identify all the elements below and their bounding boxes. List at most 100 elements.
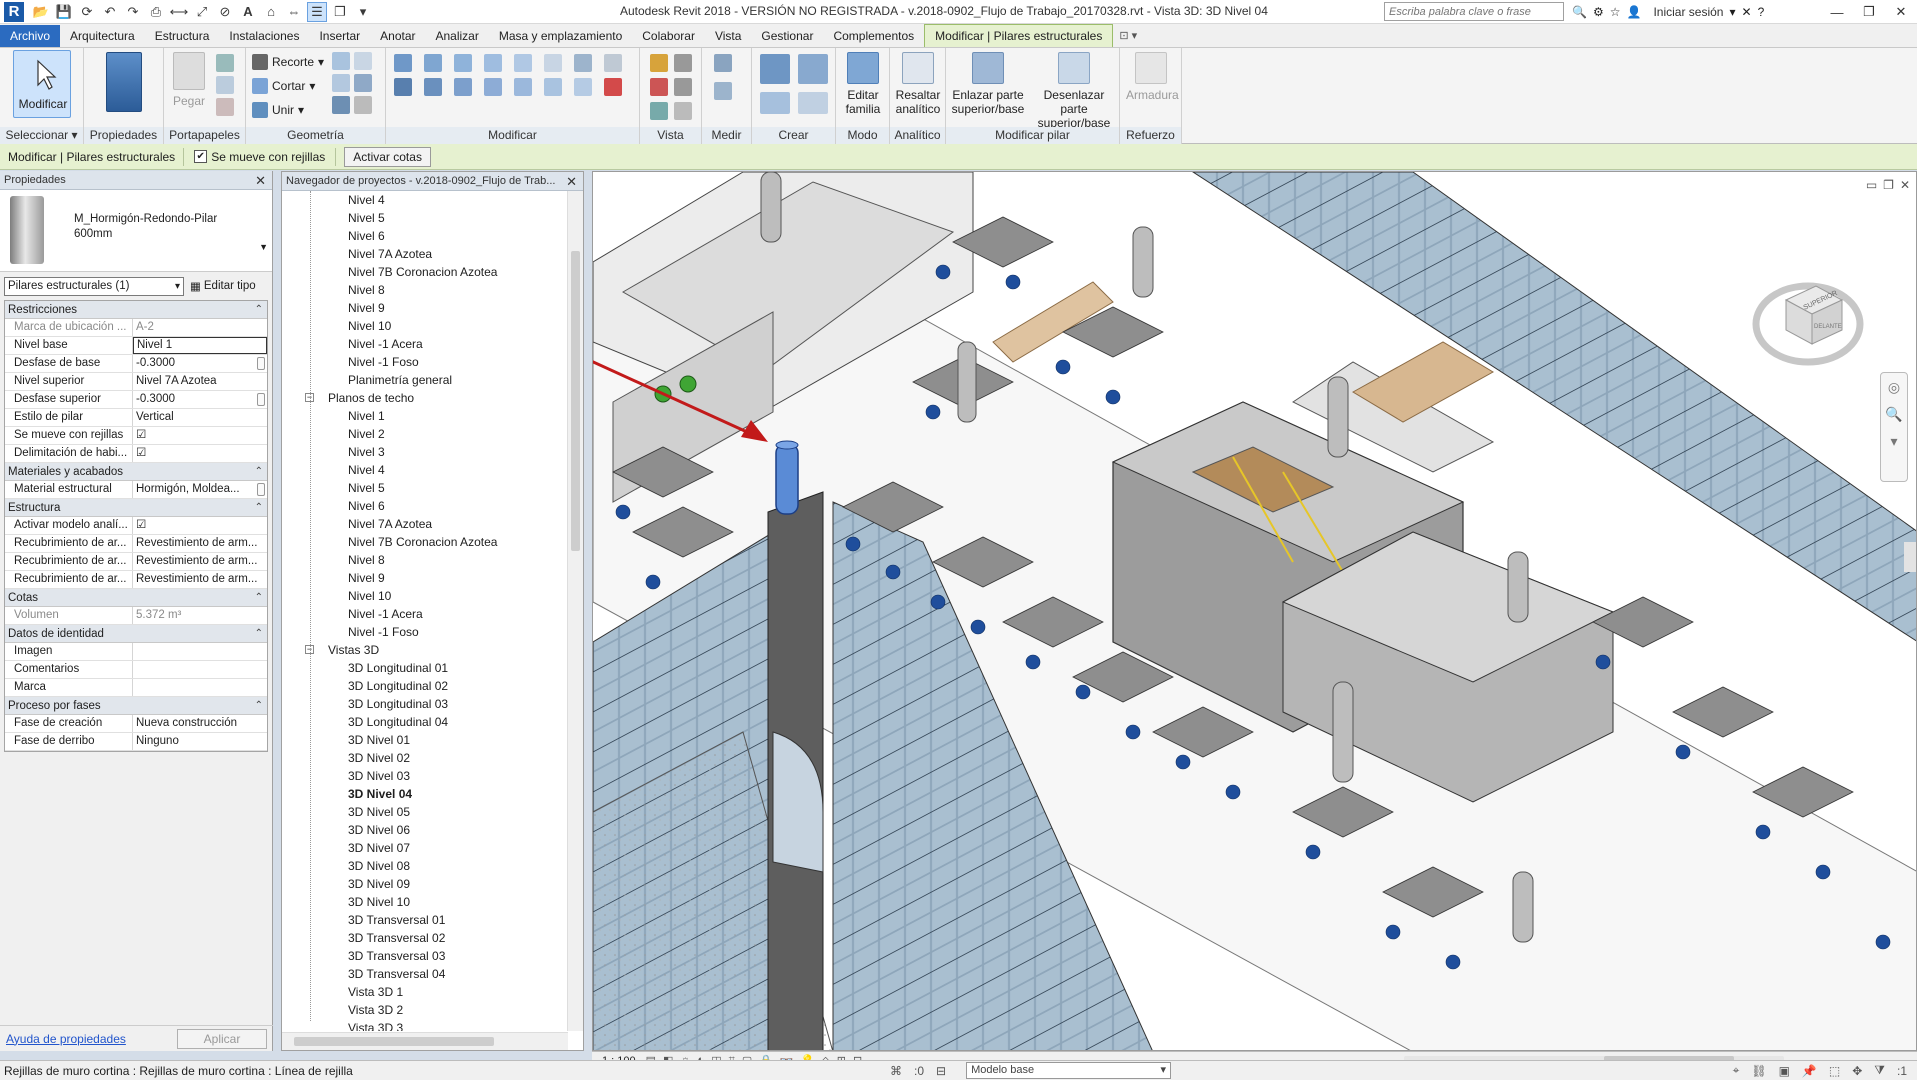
property-group-header[interactable]: Materiales y acabados ⌃ <box>5 463 267 481</box>
tab-complementos[interactable]: Complementos <box>823 25 924 47</box>
subscription-icon[interactable]: ⚙ <box>1593 5 1604 19</box>
override-dropdown-icon[interactable] <box>674 78 692 96</box>
tab-masa[interactable]: Masa y emplazamiento <box>489 25 632 47</box>
property-group-header[interactable]: Datos de identidad ⌃ <box>5 625 267 643</box>
save-icon[interactable]: 💾 <box>54 2 74 22</box>
restore-icon[interactable]: ❐ <box>1883 178 1894 192</box>
close-icon[interactable]: ✕ <box>1885 0 1917 24</box>
type-selector[interactable]: M_Hormigón-Redondo-Pilar 600mm ▼ <box>0 190 272 272</box>
redo-icon[interactable]: ↷ <box>123 2 143 22</box>
pin-icon[interactable] <box>574 54 592 72</box>
binoculars-icon[interactable]: 🔍 <box>1572 5 1587 19</box>
properties-help-link[interactable]: Ayuda de propiedades <box>6 1032 126 1046</box>
browser-view-item[interactable]: 3D Nivel 03 <box>282 767 568 785</box>
match-type-icon[interactable] <box>216 98 234 116</box>
measure-distance-icon[interactable] <box>714 54 732 72</box>
move-icon[interactable] <box>394 78 412 96</box>
filter-icon[interactable]: ⧩ <box>1874 1063 1885 1078</box>
browser-view-item[interactable]: Nivel 5 <box>282 479 568 497</box>
browser-view-item[interactable]: 3D Transversal 02 <box>282 929 568 947</box>
drag-elements-icon[interactable]: ✥ <box>1852 1064 1862 1078</box>
beam-join-icon[interactable] <box>332 96 350 114</box>
steering-wheel-icon[interactable]: ◎ <box>1888 379 1900 396</box>
tab-arquitectura[interactable]: Arquitectura <box>60 25 145 47</box>
delete-icon[interactable] <box>604 78 622 96</box>
browser-view-item[interactable]: 3D Transversal 03 <box>282 947 568 965</box>
collapse-icon[interactable]: ⌃ <box>255 463 263 481</box>
minimize-icon[interactable]: ▭ <box>1866 178 1877 192</box>
property-value[interactable]: Nivel 1 <box>133 337 267 354</box>
unir-tool[interactable]: Unir ▾ <box>252 102 304 118</box>
browser-view-item[interactable]: Nivel 8 <box>282 551 568 569</box>
signin-dropdown-icon[interactable]: ▾ <box>1729 5 1735 19</box>
value-button-icon[interactable] <box>257 483 265 496</box>
category-filter-select[interactable]: Pilares estructurales (1) <box>4 276 184 296</box>
tab-colaborar[interactable]: Colaborar <box>632 25 705 47</box>
property-value[interactable] <box>133 661 267 678</box>
help-search-input[interactable] <box>1385 3 1555 20</box>
override-pen-icon[interactable] <box>650 78 668 96</box>
property-group-header[interactable]: Estructura ⌃ <box>5 499 267 517</box>
browser-view-item[interactable]: Nivel -1 Acera <box>282 605 568 623</box>
user-icon[interactable]: 👤 <box>1626 5 1641 19</box>
browser-view-item[interactable]: 3D Longitudinal 04 <box>282 713 568 731</box>
browser-view-item[interactable]: Vista 3D 2 <box>282 1001 568 1019</box>
zoom-icon[interactable]: 🔍 <box>1885 406 1902 423</box>
wall-join-icon[interactable] <box>332 52 350 70</box>
browser-view-item[interactable]: 3D Nivel 01 <box>282 731 568 749</box>
workset-icon[interactable]: ⌘ <box>890 1064 902 1078</box>
rebar-button[interactable]: Armadura <box>1126 52 1179 102</box>
measure-along-icon[interactable] <box>714 82 732 100</box>
browser-view-item[interactable]: 3D Longitudinal 03 <box>282 695 568 713</box>
select-by-face-icon[interactable]: ⬚ <box>1829 1064 1840 1078</box>
property-value[interactable]: ☑ <box>133 445 267 462</box>
create-parts-icon[interactable] <box>798 54 828 84</box>
array-icon[interactable] <box>544 78 562 96</box>
browser-view-item[interactable]: Nivel 7A Azotea <box>282 515 568 533</box>
tab-estructura[interactable]: Estructura <box>145 25 220 47</box>
switch-windows-icon[interactable]: ❐ <box>330 2 350 22</box>
value-button-icon[interactable] <box>257 357 265 370</box>
property-value[interactable]: Nivel 7A Azotea <box>133 373 267 390</box>
property-value[interactable]: Revestimiento de arm... <box>133 553 267 570</box>
browser-view-item[interactable]: 3D Transversal 01 <box>282 911 568 929</box>
viewport-scrollbar[interactable] <box>1904 542 1916 572</box>
split-face-icon[interactable] <box>354 52 372 70</box>
browser-view-item[interactable]: Nivel 8 <box>282 281 568 299</box>
browser-view-item[interactable]: 3D Nivel 06 <box>282 821 568 839</box>
select-pinned-icon[interactable]: 📌 <box>1802 1064 1817 1078</box>
browser-view-item[interactable]: Nivel 2 <box>282 425 568 443</box>
mirror-axis-icon[interactable] <box>454 54 472 72</box>
recorte-tool[interactable]: Recorte ▾ <box>252 54 324 70</box>
apply-button[interactable]: Aplicar <box>177 1028 267 1049</box>
customize-qat-icon[interactable]: ▾ <box>353 2 373 22</box>
property-value[interactable]: Revestimiento de arm... <box>133 535 267 552</box>
tab-vista[interactable]: Vista <box>705 25 751 47</box>
print-icon[interactable]: ⎙ <box>146 2 166 22</box>
tab-instalaciones[interactable]: Instalaciones <box>219 25 309 47</box>
panel-title-seleccionar[interactable]: Seleccionar ▾ <box>0 127 83 144</box>
copy-small-icon[interactable] <box>544 54 562 72</box>
restore-icon[interactable]: ❐ <box>1853 0 1885 24</box>
create-similar-icon[interactable] <box>798 92 828 114</box>
scale-icon[interactable] <box>574 78 592 96</box>
collapse-icon[interactable]: ⌃ <box>255 499 263 517</box>
tab-anotar[interactable]: Anotar <box>370 25 425 47</box>
property-value[interactable]: -0.3000 <box>133 355 267 372</box>
minimize-icon[interactable]: — <box>1821 0 1853 24</box>
properties-button[interactable] <box>102 52 146 116</box>
unpin-icon[interactable] <box>604 54 622 72</box>
3d-viewport[interactable]: ▭ ❐ ✕ SUPERIOR DELANTE ◎ 🔍 ▾ <box>592 171 1917 1051</box>
measure-icon[interactable]: ⟷ <box>169 2 189 22</box>
property-group-header[interactable]: Proceso por fases ⌃ <box>5 697 267 715</box>
design-option-select[interactable]: Modelo base <box>966 1062 1172 1079</box>
browser-view-item[interactable]: 3D Nivel 05 <box>282 803 568 821</box>
undo-icon[interactable]: ↶ <box>100 2 120 22</box>
browser-view-item[interactable]: Nivel 4 <box>282 461 568 479</box>
browser-view-item[interactable]: Nivel -1 Foso <box>282 353 568 371</box>
browser-category[interactable]: − Planos de techo <box>282 389 568 407</box>
mirror-draw-icon[interactable] <box>484 54 502 72</box>
create-group-icon[interactable] <box>760 92 790 114</box>
align-icon[interactable] <box>394 54 412 72</box>
highlight-analytical-button[interactable]: Resaltar analítico <box>892 52 944 116</box>
